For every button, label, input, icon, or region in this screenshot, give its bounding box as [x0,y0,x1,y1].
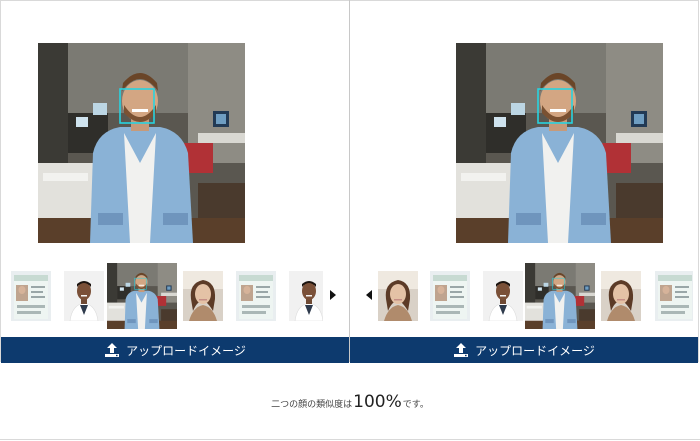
upload-image-button[interactable]: アップロードイメージ [350,337,698,363]
thumbnail-man-portrait[interactable] [289,271,323,321]
thumbnail-id-card[interactable] [655,271,693,321]
man-portrait-thumbnail-image [64,271,104,321]
id-card-thumbnail-image [430,271,470,321]
thumbnail-woman-selfie[interactable] [601,271,641,321]
woman-selfie-thumbnail-image [183,271,223,321]
man-portrait-thumbnail-image [289,271,323,321]
thumbnail-man-portrait[interactable] [64,271,104,321]
upload-icon [104,342,120,358]
man-portrait-thumbnail-image [483,271,523,321]
similarity-result: 二つの顔の類似度は100%です。 [0,392,700,412]
main-photo-preview [38,43,245,243]
woman-selfie-thumbnail-image [378,271,418,321]
id-card-thumbnail-image [236,271,276,321]
caret-right-icon[interactable] [330,290,336,300]
main-photo-preview [456,43,663,243]
man-office-thumbnail-image [525,263,595,329]
thumbnail-id-card[interactable] [236,271,276,321]
man-office-thumbnail-image [107,263,177,329]
similarity-prefix-text: 二つの顔の類似度は [271,400,353,410]
thumbnail-man-portrait[interactable] [483,271,523,321]
id-card-thumbnail-image [655,271,693,321]
thumbnail-id-card[interactable] [430,271,470,321]
man-office-photo [456,43,663,243]
thumbnail-man-office-selected[interactable] [107,263,177,329]
similarity-percentage: 100% [353,392,402,412]
upload-icon [453,342,469,358]
upload-image-button[interactable]: アップロードイメージ [1,337,349,363]
id-card-thumbnail-image [11,271,51,321]
left-comparison-panel: アップロードイメージ [0,0,349,363]
bottom-border [0,439,700,440]
thumbnail-woman-selfie[interactable] [183,271,223,321]
man-office-photo [38,43,245,243]
caret-left-icon[interactable] [366,290,372,300]
thumbnail-woman-selfie[interactable] [378,271,418,321]
thumbnail-id-card[interactable] [11,271,51,321]
similarity-suffix-text: です。 [402,400,429,410]
upload-image-label: アップロードイメージ [126,343,246,358]
thumbnail-man-office-selected[interactable] [525,263,595,329]
woman-selfie-thumbnail-image [601,271,641,321]
right-comparison-panel: アップロードイメージ [350,0,699,363]
upload-image-label: アップロードイメージ [475,343,595,358]
